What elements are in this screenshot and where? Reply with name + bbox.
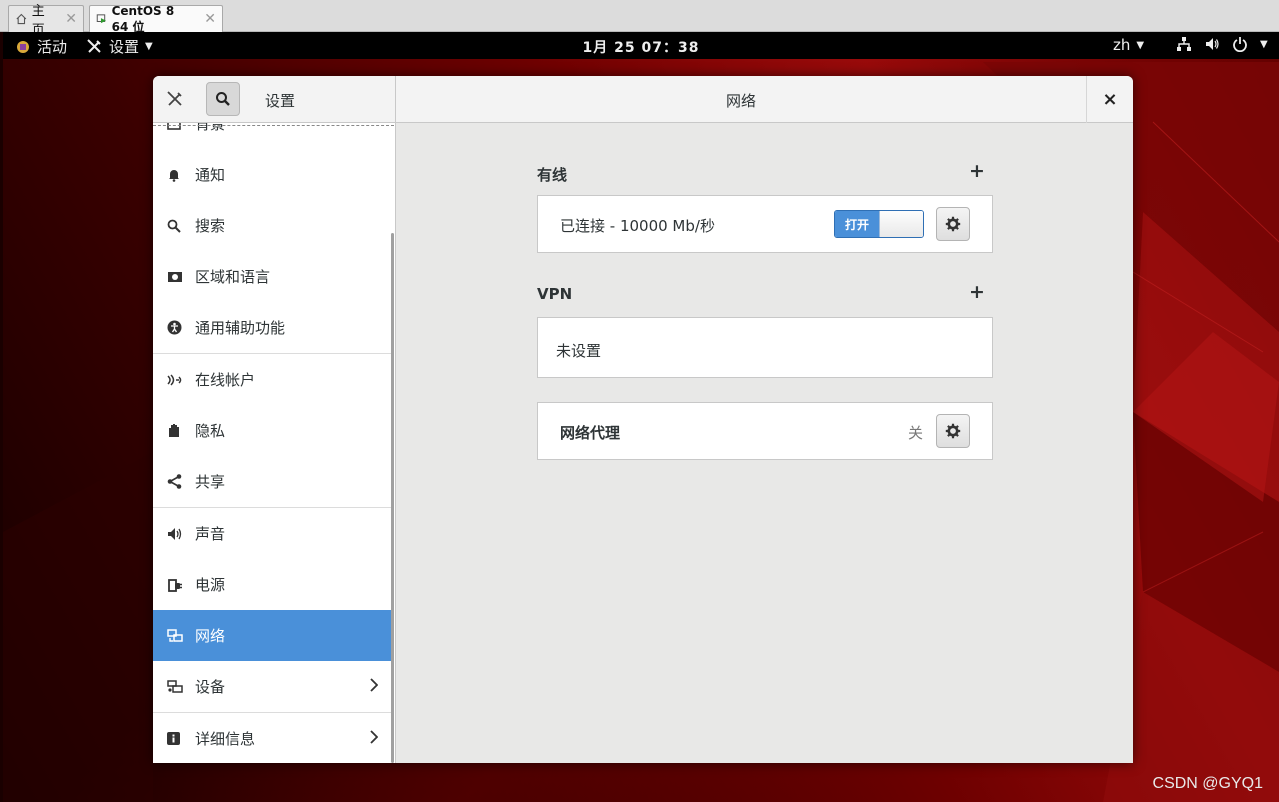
sidebar-item-label: 详细信息 bbox=[195, 730, 256, 748]
proxy-label: 网络代理 bbox=[560, 424, 621, 442]
toggle-knob bbox=[879, 211, 923, 237]
activities-button[interactable]: 活动 bbox=[15, 36, 67, 57]
power-plug-icon bbox=[153, 577, 195, 593]
sidebar-item-label: 通用辅助功能 bbox=[195, 319, 286, 337]
vpn-empty-label: 未设置 bbox=[556, 342, 602, 360]
proxy-settings-button[interactable] bbox=[936, 414, 970, 448]
sidebar-item-sharing[interactable]: 共享 bbox=[153, 456, 394, 507]
sidebar-scrollbar[interactable] bbox=[391, 233, 394, 763]
privacy-hand-icon bbox=[153, 423, 195, 438]
vm-tab-centos[interactable]: CentOS 8 64 位 ✕ bbox=[89, 3, 223, 34]
volume-icon bbox=[1206, 38, 1219, 50]
sidebar-item-online-accounts[interactable]: 在线帐户 bbox=[153, 354, 394, 405]
vm-tab-home[interactable]: 主页 ✕ bbox=[8, 4, 84, 38]
settings-window: 设置 网络 × 背景 通知 搜索 区域和语言 通用辅助功能 在线帐户 隐私 共享… bbox=[153, 76, 1133, 763]
chevron-down-icon: ▼ bbox=[145, 41, 153, 52]
tools-button[interactable] bbox=[158, 82, 192, 116]
toggle-on-label: 打开 bbox=[835, 211, 879, 237]
sidebar-item-network[interactable]: 网络 bbox=[153, 610, 394, 661]
sidebar-item-label: 区域和语言 bbox=[195, 268, 271, 286]
sidebar-item-accessibility[interactable]: 通用辅助功能 bbox=[153, 302, 394, 353]
input-method-label: zh bbox=[1113, 36, 1131, 54]
sidebar-item-label: 隐私 bbox=[195, 422, 226, 440]
vm-tab-label: CentOS 8 64 位 bbox=[111, 3, 175, 34]
settings-sidebar: 背景 通知 搜索 区域和语言 通用辅助功能 在线帐户 隐私 共享 声音 电源 网… bbox=[153, 123, 396, 763]
vmware-tab-strip: 主页 ✕ CentOS 8 64 位 ✕ bbox=[0, 0, 1279, 38]
sidebar-header: 设置 bbox=[153, 76, 396, 123]
tools-icon bbox=[167, 91, 182, 106]
chevron-down-icon: ▼ bbox=[1260, 38, 1268, 50]
sidebar-item-label: 设备 bbox=[195, 678, 226, 696]
gear-icon bbox=[945, 423, 961, 439]
header-bar: 设置 网络 × bbox=[153, 76, 1133, 123]
wired-toggle[interactable]: 打开 bbox=[834, 210, 924, 238]
desktop: 活动 设置 ▼ 1月 25 07：38 zh ▼ ▼ 设置 网络 × 背景 通知… bbox=[3, 32, 1279, 802]
activities-label: 活动 bbox=[37, 38, 68, 56]
bell-icon bbox=[153, 168, 195, 182]
sidebar-item-label: 网络 bbox=[195, 627, 226, 645]
sidebar-item-notifications[interactable]: 通知 bbox=[153, 149, 394, 200]
sidebar-item-label: 在线帐户 bbox=[195, 371, 256, 389]
devices-icon bbox=[153, 679, 195, 694]
add-wired-button[interactable]: + bbox=[969, 160, 985, 182]
sidebar-title: 设置 bbox=[265, 92, 296, 110]
clock[interactable]: 1月 25 07：38 bbox=[583, 37, 700, 57]
system-menu[interactable]: ▼ bbox=[1176, 36, 1268, 52]
chevron-down-icon: ▼ bbox=[1136, 39, 1145, 51]
tools-icon bbox=[87, 39, 101, 53]
chevron-right-icon bbox=[369, 678, 379, 696]
sidebar-item-power[interactable]: 电源 bbox=[153, 559, 394, 610]
wired-network-icon bbox=[1177, 37, 1191, 51]
sidebar-item-label: 搜索 bbox=[195, 217, 226, 235]
watermark: CSDN @GYQ1 bbox=[1152, 775, 1263, 792]
vpn-section-title: VPN bbox=[537, 285, 573, 303]
vm-icon bbox=[96, 14, 106, 24]
proxy-state: 关 bbox=[908, 424, 924, 442]
panel-title: 网络 bbox=[725, 92, 756, 110]
sidebar-item-label: 声音 bbox=[195, 525, 226, 543]
sidebar-item-details[interactable]: 详细信息 bbox=[153, 713, 394, 763]
sidebar-item-background[interactable]: 背景 bbox=[153, 123, 394, 149]
search-toggle-button[interactable] bbox=[206, 82, 240, 116]
region-icon bbox=[153, 271, 195, 283]
chevron-right-icon bbox=[369, 730, 379, 748]
search-icon bbox=[153, 219, 195, 233]
share-icon bbox=[153, 474, 195, 489]
sidebar-item-privacy[interactable]: 隐私 bbox=[153, 405, 394, 456]
gear-icon bbox=[945, 216, 961, 232]
sidebar-item-search[interactable]: 搜索 bbox=[153, 200, 394, 251]
wired-section-title: 有线 bbox=[537, 166, 568, 184]
close-button[interactable]: × bbox=[1086, 76, 1133, 123]
close-icon[interactable]: ✕ bbox=[65, 11, 77, 27]
wired-connection-card: 已连接 - 10000 Mb/秒 打开 bbox=[537, 195, 993, 253]
network-proxy-row[interactable]: 网络代理 关 bbox=[537, 402, 993, 460]
close-icon[interactable]: ✕ bbox=[204, 11, 216, 27]
gnome-top-bar: 活动 设置 ▼ 1月 25 07：38 zh ▼ ▼ bbox=[3, 32, 1279, 59]
app-menu-button[interactable]: 设置 ▼ bbox=[86, 36, 153, 57]
search-icon bbox=[216, 92, 230, 106]
scroll-edge bbox=[153, 125, 394, 126]
online-accounts-icon bbox=[153, 373, 195, 387]
sidebar-item-label: 共享 bbox=[195, 473, 226, 491]
network-icon bbox=[153, 628, 195, 643]
sidebar-item-region[interactable]: 区域和语言 bbox=[153, 251, 394, 302]
accessibility-icon bbox=[153, 320, 195, 335]
sidebar-item-devices[interactable]: 设备 bbox=[153, 661, 394, 712]
close-icon: × bbox=[1102, 89, 1118, 110]
centos-logo-icon bbox=[17, 40, 29, 53]
speaker-icon bbox=[153, 527, 195, 541]
input-method-menu[interactable]: zh ▼ bbox=[1113, 36, 1144, 54]
power-icon bbox=[1233, 37, 1247, 52]
sidebar-item-sound[interactable]: 声音 bbox=[153, 508, 394, 559]
sidebar-item-label: 通知 bbox=[195, 166, 226, 184]
vpn-card: 未设置 bbox=[537, 317, 993, 378]
sidebar-item-label: 电源 bbox=[195, 576, 226, 594]
add-vpn-button[interactable]: + bbox=[969, 281, 985, 303]
app-menu-label: 设置 bbox=[109, 38, 140, 56]
wired-status: 已连接 - 10000 Mb/秒 bbox=[560, 217, 715, 235]
wired-settings-button[interactable] bbox=[936, 207, 970, 241]
home-icon bbox=[16, 13, 27, 25]
info-icon bbox=[153, 732, 195, 745]
